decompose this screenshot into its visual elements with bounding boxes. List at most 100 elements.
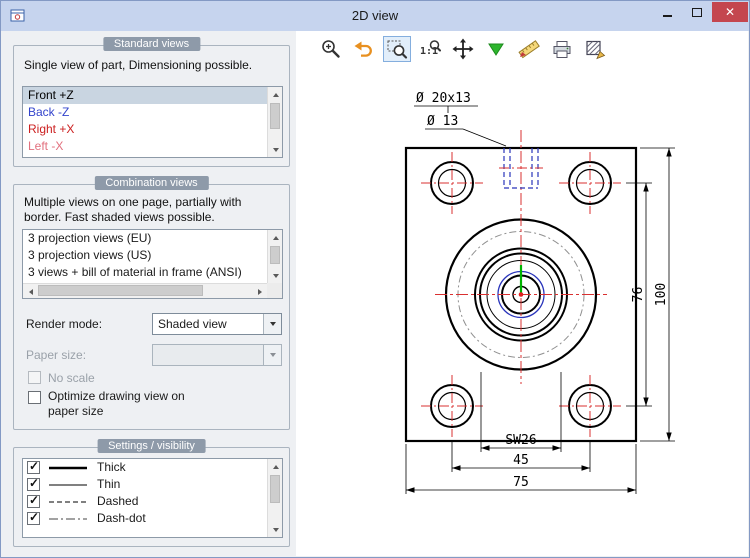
thick-line-sample [48,463,88,473]
scrollbar-vertical[interactable] [267,230,282,283]
corner-hole-bottom-right [559,375,621,437]
dash-dot-line-sample [48,514,88,524]
leader-counterbore: Ø 20x13 Ø 13 [414,91,506,146]
line-label: Thin [97,476,120,493]
hatch-settings-button[interactable] [581,36,609,62]
drawing-canvas[interactable]: Ø 20x13 Ø 13 76 [301,66,746,551]
render-mode-dropdown-button[interactable] [263,314,281,334]
close-icon: ✕ [725,5,735,19]
list-item-front-z[interactable]: Front +Z [23,87,267,104]
standard-views-list: Front +Z Back -Z Right +X Left -X [22,86,283,158]
line-label: Thick [97,459,126,476]
no-scale-checkbox [28,371,41,384]
scroll-down-button[interactable] [268,522,283,537]
line-label: Dashed [97,493,138,510]
settings-visibility-caption: Settings / visibility [97,439,206,453]
thick-checkbox[interactable] [27,461,40,474]
line-label: Dash-dot [97,510,146,527]
print-icon [551,38,573,60]
line-row-thin[interactable]: Thin [23,476,267,493]
paper-size-label: Paper size: [26,348,86,362]
window-title: 2D view [1,8,749,23]
list-item-3v-bom-ansi[interactable]: 3 views + bill of material in frame (ANS… [23,264,267,281]
line-row-dashed[interactable]: Dashed [23,493,267,510]
line-row-dash-dot[interactable]: Dash-dot [23,510,267,527]
scroll-up-button[interactable] [268,459,283,474]
render-mode-label: Render mode: [26,317,102,331]
corner-hole-top-right [559,152,621,214]
scroll-up-button[interactable] [268,230,283,245]
dash-dot-checkbox[interactable] [27,512,40,525]
combination-views-description: Multiple views on one page, partially wi… [24,195,280,225]
list-item-right-x[interactable]: Right +X [23,121,267,138]
settings-visibility-group: Settings / visibility Thick Thin Dashed [13,447,290,547]
dashed-checkbox[interactable] [27,495,40,508]
dim-bore-label: Ø 13 [427,114,458,129]
dim-100-label: 100 [654,283,669,306]
scroll-left-button[interactable] [23,284,38,299]
scroll-thumb[interactable] [270,246,280,264]
paper-size-value [153,345,263,365]
corner-hole-bottom-left [421,375,483,437]
scrollbar-vertical[interactable] [267,459,282,537]
standard-views-description: Single view of part, Dimensioning possib… [24,58,252,73]
thin-checkbox[interactable] [27,478,40,491]
undo-button[interactable] [350,36,378,62]
scroll-down-button[interactable] [268,142,283,157]
minimize-button[interactable] [652,2,682,22]
view-toolbar: 1:1 [317,36,609,62]
arrow-down-icon [273,148,279,152]
dim-75-label: 75 [513,475,529,490]
maximize-button[interactable] [682,2,712,22]
zoom-in-icon [320,38,342,60]
scrollbar-corner [267,283,282,298]
list-item-back-z[interactable]: Back -Z [23,104,267,121]
view-area: 1:1 [296,31,748,556]
optimize-label: Optimize drawing view on paper size [48,389,198,419]
paper-size-combobox [152,344,282,366]
scroll-right-button[interactable] [252,284,267,299]
maximize-icon [692,8,702,17]
arrow-up-icon [273,93,279,97]
scrollbar-vertical[interactable] [267,87,282,157]
pan-icon [452,38,474,60]
combination-views-list: 3 projection views (EU) 3 projection vie… [22,229,283,299]
zoom-actual-button[interactable]: 1:1 [416,36,444,62]
zoom-actual-icon: 1:1 [419,38,441,60]
scroll-down-button[interactable] [268,268,283,283]
dim-76-label: 76 [631,287,646,303]
list-item-left-x[interactable]: Left -X [23,138,267,155]
optimize-checkbox[interactable] [28,391,41,404]
arrow-left-icon [29,289,33,295]
scrollbar-horizontal[interactable] [23,283,267,298]
update-view-button[interactable] [482,36,510,62]
dim-counterbore-label: Ø 20x13 [416,91,471,106]
render-mode-value: Shaded view [153,314,263,334]
settings-list: Thick Thin Dashed Dash-dot [22,458,283,538]
dimension-button[interactable] [515,36,543,62]
list-item-3pv-eu[interactable]: 3 projection views (EU) [23,230,267,247]
svg-text:1:1: 1:1 [420,46,438,57]
titlebar[interactable]: 2D view ✕ [1,1,749,31]
close-button[interactable]: ✕ [712,2,748,22]
scroll-thumb[interactable] [270,475,280,503]
line-row-thick[interactable]: Thick [23,459,267,476]
zoom-window-button[interactable] [383,36,411,62]
scroll-thumb[interactable] [270,103,280,129]
dashed-line-sample [48,497,88,507]
render-mode-combobox[interactable]: Shaded view [152,313,282,335]
arrow-down-icon [273,274,279,278]
pan-button[interactable] [449,36,477,62]
minimize-icon [663,15,672,17]
print-button[interactable] [548,36,576,62]
zoom-in-button[interactable] [317,36,345,62]
undo-icon [353,38,375,60]
dim-45-label: 45 [513,453,529,468]
hatch-settings-icon [584,38,606,60]
arrow-down-icon [273,528,279,532]
list-item-3pv-us[interactable]: 3 projection views (US) [23,247,267,264]
standard-views-group: Standard views Single view of part, Dime… [13,45,290,167]
scroll-up-button[interactable] [268,87,283,102]
scroll-thumb[interactable] [38,285,203,296]
standard-views-caption: Standard views [103,37,200,51]
